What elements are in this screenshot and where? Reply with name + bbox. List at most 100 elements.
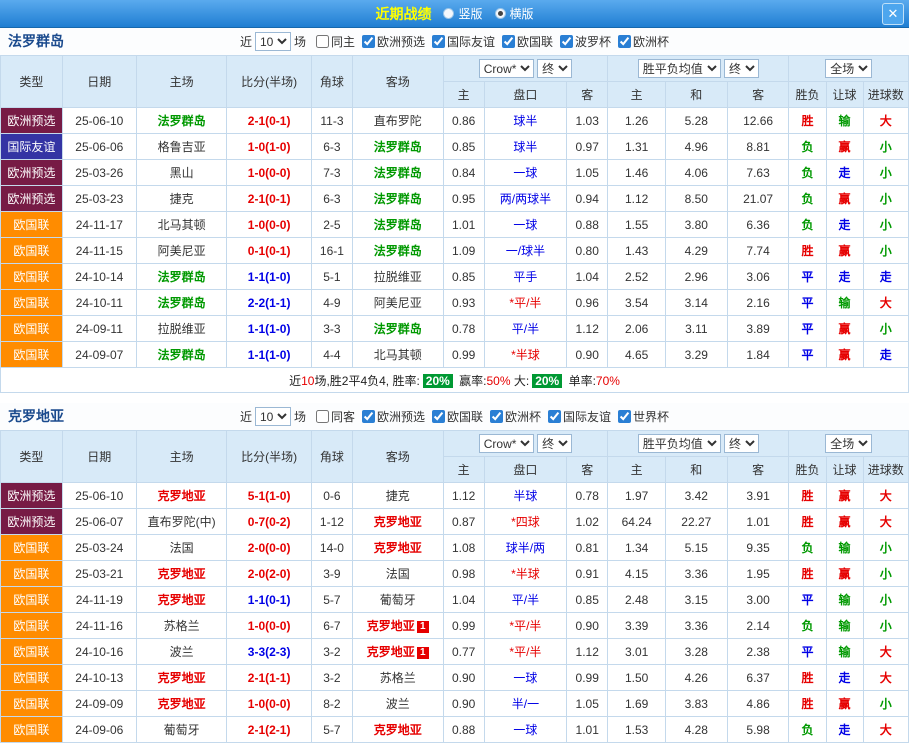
home-team-cell: 苏格兰 <box>136 613 227 639</box>
result-wdl-cell: 负 <box>789 535 826 561</box>
team-name[interactable]: 苏格兰 <box>380 671 416 685</box>
filter-checkbox[interactable] <box>432 35 445 48</box>
avg-odds-select[interactable]: 胜平负均值 <box>638 434 721 453</box>
section-title: 克罗地亚 <box>8 403 64 430</box>
filter-checkbox[interactable] <box>316 410 329 423</box>
filter-checkbox[interactable] <box>362 410 375 423</box>
odds-stage-select[interactable]: 终 <box>537 59 572 78</box>
ah-home-odds-cell: 0.90 <box>443 665 484 691</box>
scope-select[interactable]: 全场 <box>825 59 872 78</box>
filter-checkbox[interactable] <box>618 410 631 423</box>
ah-away-odds-cell: 0.88 <box>567 212 608 238</box>
filter-checkbox-item[interactable]: 波罗杯 <box>560 33 611 50</box>
team-name[interactable]: 法罗群岛 <box>374 322 422 336</box>
summary-text: 近 <box>289 374 301 388</box>
filter-checkbox-item[interactable]: 欧洲杯 <box>618 33 669 50</box>
result-goals-cell: 小 <box>863 316 908 342</box>
avg-draw-odds-cell: 3.29 <box>665 342 727 368</box>
filter-checkbox[interactable] <box>316 35 329 48</box>
team-name[interactable]: 葡萄牙 <box>164 723 200 737</box>
odds-stage-select[interactable]: 终 <box>537 434 572 453</box>
team-name[interactable]: 法罗群岛 <box>158 114 206 128</box>
ah-home-odds-cell: 0.87 <box>443 509 484 535</box>
result-wdl-cell: 平 <box>789 639 826 665</box>
filter-checkbox[interactable] <box>560 35 573 48</box>
home-team-cell: 法国 <box>136 535 227 561</box>
team-name[interactable]: 克罗地亚 <box>158 567 206 581</box>
team-name[interactable]: 法国 <box>386 567 410 581</box>
team-name[interactable]: 法罗群岛 <box>374 140 422 154</box>
col-header-ah-away: 客 <box>567 82 608 108</box>
avg-home-odds-cell: 2.48 <box>608 587 666 613</box>
team-name[interactable]: 克罗地亚 <box>158 489 206 503</box>
team-name[interactable]: 葡萄牙 <box>380 593 416 607</box>
avg-odds-select[interactable]: 胜平负均值 <box>638 59 721 78</box>
team-name[interactable]: 法罗群岛 <box>158 348 206 362</box>
team-name[interactable]: 波兰 <box>386 697 410 711</box>
competition-cell: 欧国联 <box>1 691 63 717</box>
team-name[interactable]: 法国 <box>170 541 194 555</box>
team-name[interactable]: 北马其顿 <box>158 218 206 232</box>
filter-checkbox-item[interactable]: 世界杯 <box>618 408 669 425</box>
team-name[interactable]: 克罗地亚 <box>158 671 206 685</box>
filter-checkbox-item[interactable]: 国际友谊 <box>432 33 495 50</box>
team-name[interactable]: 拉脱维亚 <box>158 322 206 336</box>
team-name[interactable]: 克罗地亚 <box>158 593 206 607</box>
team-name[interactable]: 捷克 <box>386 489 410 503</box>
team-name[interactable]: 克罗地亚 <box>374 515 422 529</box>
filter-checkbox-item[interactable]: 欧国联 <box>432 408 483 425</box>
scope-select[interactable]: 全场 <box>825 434 872 453</box>
filter-checkbox[interactable] <box>502 35 515 48</box>
team-name[interactable]: 格鲁吉亚 <box>158 140 206 154</box>
team-name[interactable]: 直布罗陀 <box>374 114 422 128</box>
filter-checkbox-item[interactable]: 欧洲预选 <box>362 33 425 50</box>
team-name[interactable]: 法罗群岛 <box>374 192 422 206</box>
filter-checkbox-item[interactable]: 欧洲预选 <box>362 408 425 425</box>
score-cell: 1-1(1-0) <box>227 264 311 290</box>
team-name[interactable]: 法罗群岛 <box>158 296 206 310</box>
ah-home-odds-cell: 0.99 <box>443 342 484 368</box>
team-name[interactable]: 阿美尼亚 <box>374 296 422 310</box>
odds-stage-select-2[interactable]: 终 <box>724 434 759 453</box>
team-name[interactable]: 苏格兰 <box>164 619 200 633</box>
summary-row: 近10场,胜2平4负4, 胜率:20% 赢率:50% 大:20% 单率:70% <box>1 368 909 393</box>
team-name[interactable]: 法罗群岛 <box>374 244 422 258</box>
odds-stage-select-2[interactable]: 终 <box>724 59 759 78</box>
section-title: 法罗群岛 <box>8 28 64 55</box>
bookmaker-select[interactable]: Crow* <box>479 59 534 78</box>
filter-checkbox-item[interactable]: 欧洲杯 <box>490 408 541 425</box>
filter-checkbox-item[interactable]: 同客 <box>316 408 355 425</box>
filter-checkbox[interactable] <box>432 410 445 423</box>
close-icon[interactable]: ✕ <box>882 3 904 25</box>
team-name[interactable]: 克罗地亚 <box>374 541 422 555</box>
filter-checkbox[interactable] <box>490 410 503 423</box>
layout-radio-horizontal[interactable]: 横版 <box>495 5 534 22</box>
filter-checkbox-item[interactable]: 同主 <box>316 33 355 50</box>
team-name[interactable]: 波兰 <box>170 645 194 659</box>
team-name[interactable]: 黑山 <box>170 166 194 180</box>
filter-checkbox[interactable] <box>618 35 631 48</box>
team-name[interactable]: 克罗地亚 <box>367 619 415 633</box>
result-wdl-cell: 负 <box>789 186 826 212</box>
filter-checkbox[interactable] <box>548 410 561 423</box>
team-name[interactable]: 拉脱维亚 <box>374 270 422 284</box>
filter-checkbox-item[interactable]: 国际友谊 <box>548 408 611 425</box>
team-name[interactable]: 法罗群岛 <box>374 218 422 232</box>
team-name[interactable]: 北马其顿 <box>374 348 422 362</box>
team-name[interactable]: 克罗地亚 <box>158 697 206 711</box>
recent-count-select[interactable]: 10 <box>255 32 291 51</box>
team-name[interactable]: 法罗群岛 <box>374 166 422 180</box>
team-name[interactable]: 直布罗陀(中) <box>148 515 216 529</box>
filter-checkbox-item[interactable]: 欧国联 <box>502 33 553 50</box>
result-goals-cell: 大 <box>863 639 908 665</box>
filter-checkbox[interactable] <box>362 35 375 48</box>
team-name[interactable]: 法罗群岛 <box>158 270 206 284</box>
layout-radio-vertical[interactable]: 竖版 <box>443 5 482 22</box>
team-name[interactable]: 克罗地亚 <box>374 723 422 737</box>
result-goals-cell: 小 <box>863 613 908 639</box>
bookmaker-select[interactable]: Crow* <box>479 434 534 453</box>
team-name[interactable]: 克罗地亚 <box>367 645 415 659</box>
team-name[interactable]: 捷克 <box>170 192 194 206</box>
team-name[interactable]: 阿美尼亚 <box>158 244 206 258</box>
recent-count-select[interactable]: 10 <box>255 407 291 426</box>
